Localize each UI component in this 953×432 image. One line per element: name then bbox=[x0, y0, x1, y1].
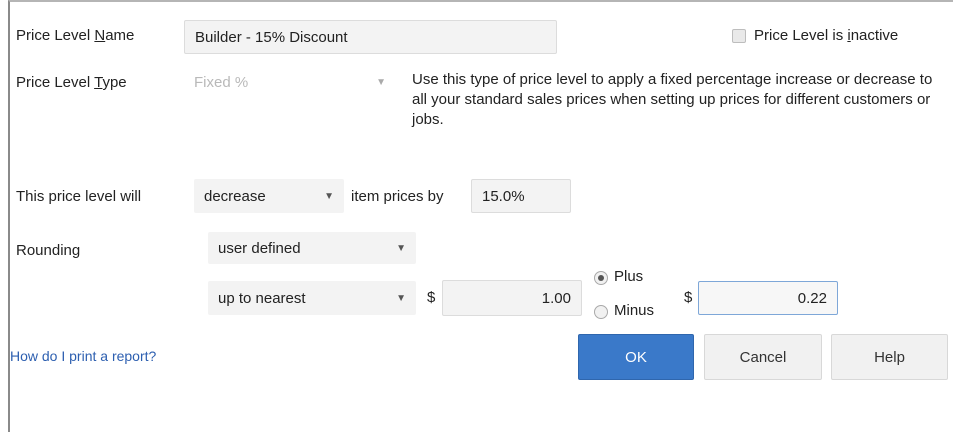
direction-select[interactable]: decrease ▼ bbox=[194, 179, 344, 213]
plus-label[interactable]: Plus bbox=[614, 268, 643, 285]
round-amount-value: 1.00 bbox=[541, 289, 571, 307]
price-level-name-label: Price Level Name bbox=[16, 27, 134, 44]
currency-symbol: $ bbox=[427, 289, 436, 306]
label-text: ame bbox=[105, 27, 135, 44]
help-button[interactable]: Help bbox=[831, 334, 948, 380]
label-text: nactive bbox=[850, 27, 899, 44]
label-text: Price Level is bbox=[754, 27, 848, 44]
chevron-down-icon: ▼ bbox=[396, 242, 406, 254]
rounding-value: user defined bbox=[218, 239, 301, 257]
rounding-method-value: up to nearest bbox=[218, 289, 306, 307]
round-amount-input[interactable]: 1.00 bbox=[442, 280, 582, 316]
cancel-button[interactable]: Cancel bbox=[704, 334, 822, 380]
currency-symbol-2: $ bbox=[684, 289, 693, 306]
label-text: ype bbox=[102, 74, 127, 91]
adjust-amount-input[interactable]: 0.22 bbox=[698, 281, 838, 315]
rounding-select[interactable]: user defined ▼ bbox=[208, 232, 416, 264]
label-text: Price Level bbox=[16, 74, 95, 91]
accelerator-key: N bbox=[94, 27, 106, 44]
direction-value: decrease bbox=[204, 187, 266, 205]
percentage-input[interactable]: 15.0% bbox=[471, 179, 571, 213]
minus-label[interactable]: Minus bbox=[614, 302, 654, 319]
inactive-label[interactable]: Price Level is inactive bbox=[754, 27, 898, 44]
rounding-method-select[interactable]: up to nearest ▼ bbox=[208, 281, 416, 315]
help-button-label: Help bbox=[874, 348, 905, 366]
chevron-down-icon: ▼ bbox=[396, 292, 406, 304]
percentage-value: 15.0% bbox=[482, 187, 525, 205]
price-level-name-value: Builder - 15% Discount bbox=[195, 28, 348, 46]
chevron-down-icon: ▼ bbox=[376, 76, 386, 88]
adjust-amount-value: 0.22 bbox=[797, 289, 827, 307]
rounding-label: Rounding bbox=[16, 242, 81, 259]
price-level-type-select[interactable]: Fixed % ▼ bbox=[184, 66, 396, 98]
price-level-will-label: This price level will bbox=[16, 188, 142, 205]
inactive-checkbox[interactable] bbox=[732, 29, 746, 43]
chevron-down-icon: ▼ bbox=[324, 190, 334, 202]
item-prices-by-label: item prices by bbox=[351, 188, 444, 205]
ok-button-label: OK bbox=[625, 348, 647, 366]
plus-radio[interactable] bbox=[594, 271, 608, 285]
minus-radio[interactable] bbox=[594, 305, 608, 319]
price-level-type-description: Use this type of price level to apply a … bbox=[412, 71, 933, 128]
print-report-help-link[interactable]: How do I print a report? bbox=[10, 348, 156, 364]
cancel-button-label: Cancel bbox=[739, 348, 787, 366]
price-level-type-value: Fixed % bbox=[194, 73, 249, 91]
price-level-type-label: Price Level Type bbox=[16, 74, 127, 91]
price-level-name-input[interactable]: Builder - 15% Discount bbox=[184, 20, 557, 54]
price-level-dialog: Price Level Name Builder - 15% Discount … bbox=[8, 0, 953, 432]
ok-button[interactable]: OK bbox=[578, 334, 694, 380]
label-text: Price Level bbox=[16, 27, 95, 44]
